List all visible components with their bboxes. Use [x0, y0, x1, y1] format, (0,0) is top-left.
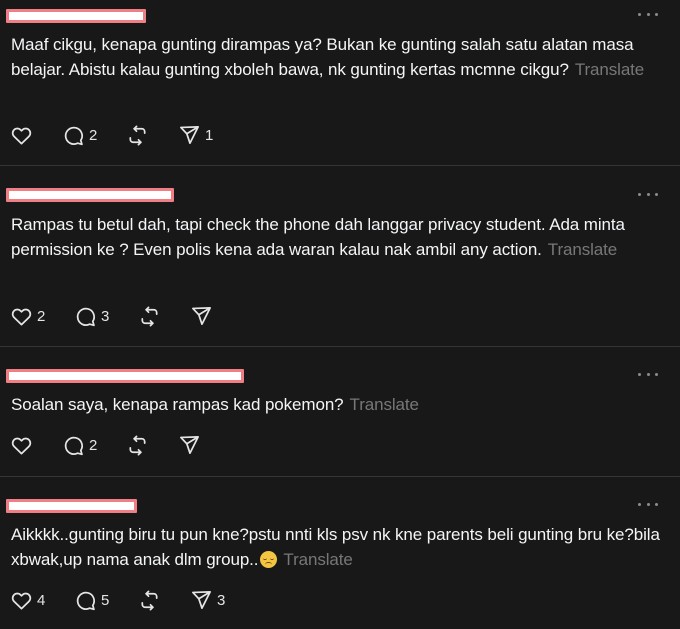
comment-bubble-icon	[76, 307, 95, 326]
repost-icon	[141, 306, 158, 326]
reply-count: 2	[89, 436, 98, 454]
share-count: 3	[217, 591, 226, 609]
like-button[interactable]	[10, 123, 52, 147]
share-button[interactable]: 1	[178, 123, 213, 147]
heart-icon	[11, 127, 32, 145]
like-count: 2	[37, 307, 46, 325]
translate-link[interactable]: Translate	[548, 240, 617, 259]
reply-post: Aikkkk..gunting biru tu pun kne?pstu nnt…	[0, 477, 680, 629]
share-button[interactable]	[178, 433, 205, 457]
heart-icon	[11, 592, 32, 610]
heart-icon	[11, 308, 32, 326]
repost-button[interactable]	[126, 123, 178, 147]
pensive-face-emoji	[260, 551, 278, 568]
translate-link[interactable]: Translate	[350, 395, 419, 414]
reply-count: 3	[101, 307, 110, 325]
thread-replies-feed: Maaf cikgu, kenapa gunting dirampas ya? …	[0, 0, 680, 629]
action-bar: 2	[10, 433, 205, 457]
repost-button[interactable]	[126, 433, 178, 457]
more-options-icon[interactable]	[638, 498, 658, 510]
repost-icon	[129, 435, 146, 455]
redacted-username[interactable]	[6, 499, 137, 513]
more-options-icon[interactable]	[638, 368, 658, 380]
send-icon	[180, 435, 199, 454]
share-button[interactable]: 3	[190, 588, 225, 612]
reply-count: 5	[101, 591, 110, 609]
share-button[interactable]	[190, 304, 217, 328]
post-body: Maaf cikgu, kenapa gunting dirampas ya? …	[11, 35, 634, 79]
reply-button[interactable]: 2	[62, 433, 126, 457]
more-options-icon[interactable]	[638, 188, 658, 200]
action-bar: 2 1	[10, 123, 213, 147]
post-text: Aikkkk..gunting biru tu pun kne?pstu nnt…	[11, 522, 661, 572]
redacted-username[interactable]	[6, 9, 146, 23]
like-button[interactable]: 2	[10, 304, 62, 328]
action-bar: 2 3	[10, 304, 217, 328]
reply-button[interactable]: 5	[74, 588, 138, 612]
reply-count: 2	[89, 126, 98, 144]
reply-post: Maaf cikgu, kenapa gunting dirampas ya? …	[0, 0, 680, 166]
like-button[interactable]	[10, 433, 52, 457]
comment-bubble-icon	[64, 126, 83, 145]
share-count: 1	[205, 126, 214, 144]
redacted-username[interactable]	[6, 188, 174, 202]
like-button[interactable]: 4	[10, 588, 62, 612]
comment-bubble-icon	[64, 436, 83, 455]
translate-link[interactable]: Translate	[283, 550, 352, 569]
reply-post: Rampas tu betul dah, tapi check the phon…	[0, 166, 680, 347]
like-count: 4	[37, 591, 46, 609]
send-icon	[192, 306, 211, 325]
post-body: Soalan saya, kenapa rampas kad pokemon?	[11, 395, 344, 414]
more-options-icon[interactable]	[638, 8, 658, 20]
repost-icon	[141, 590, 158, 610]
reply-post: Soalan saya, kenapa rampas kad pokemon? T…	[0, 347, 680, 477]
redacted-username[interactable]	[6, 369, 244, 383]
action-bar: 4 5 3	[10, 588, 225, 612]
repost-icon	[129, 125, 146, 145]
post-body: Rampas tu betul dah, tapi check the phon…	[11, 215, 625, 259]
send-icon	[192, 590, 211, 609]
reply-button[interactable]: 2	[62, 123, 126, 147]
post-text: Rampas tu betul dah, tapi check the phon…	[11, 212, 661, 262]
post-text: Maaf cikgu, kenapa gunting dirampas ya? …	[11, 32, 661, 82]
translate-link[interactable]: Translate	[575, 60, 644, 79]
comment-bubble-icon	[76, 591, 95, 610]
reply-button[interactable]: 3	[74, 304, 138, 328]
post-text: Soalan saya, kenapa rampas kad pokemon? T…	[11, 392, 661, 417]
heart-icon	[11, 437, 32, 455]
send-icon	[180, 125, 199, 144]
repost-button[interactable]	[138, 304, 190, 328]
repost-button[interactable]	[138, 588, 190, 612]
